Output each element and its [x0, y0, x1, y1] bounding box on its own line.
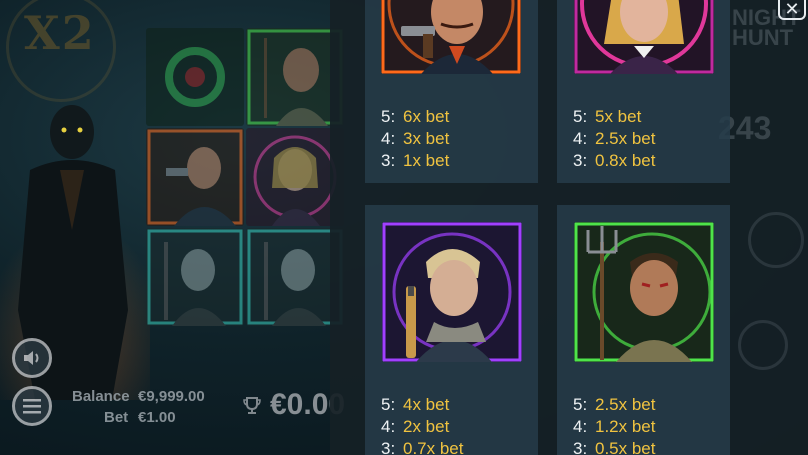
reel-cell [146, 28, 244, 126]
bet-label: Bet [104, 409, 129, 426]
balance-value: €9,999.00 [138, 388, 205, 405]
symbol-pitchfork-farmer [574, 222, 714, 362]
symbol-gunslinger [381, 0, 521, 74]
payout-row: 3: 1x bet [381, 151, 450, 170]
bet-value: €1.00 [138, 409, 176, 426]
spin-ghost [748, 212, 804, 268]
payout-row: 5: 5x bet [573, 107, 642, 126]
game-screen: X2 Balance €9,999.00 Bet €1.00 €0.00 NIG… [0, 0, 808, 455]
payout-row: 4: 3x bet [381, 129, 450, 148]
symbol-young-hunter [382, 222, 522, 362]
reel-cell [146, 128, 244, 226]
sound-button[interactable] [12, 338, 52, 378]
payout-row: 5: 6x bet [381, 107, 450, 126]
payout-row: 4: 2.5x bet [573, 129, 656, 148]
close-paytable-button[interactable]: ✕ [778, 0, 806, 20]
payout-row: 3: 0.8x bet [573, 151, 656, 170]
balance-label: Balance [72, 388, 130, 405]
payouts-lady: 5: 5x bet 4: 2.5x bet 3: 0.8x bet [573, 106, 746, 172]
symbol-lady [574, 0, 714, 74]
multiplier-label: X2 [24, 6, 96, 60]
payouts-gunslinger: 5: 6x bet 4: 3x bet 3: 1x bet [381, 106, 554, 172]
payout-row: 3: 0.7x bet [381, 439, 464, 455]
payout-row: 3: 0.5x bet [573, 439, 656, 455]
payout-row: 5: 2.5x bet [573, 395, 656, 414]
payout-row: 4: 1.2x bet [573, 417, 656, 436]
autoplay-ghost [738, 320, 788, 370]
speaker-icon [24, 351, 39, 365]
menu-button[interactable] [12, 386, 52, 426]
payout-row: 4: 2x bet [381, 417, 450, 436]
close-icon: ✕ [784, 0, 800, 19]
payout-row: 5: 4x bet [381, 395, 450, 414]
payouts-young-hunter: 5: 4x bet 4: 2x bet 3: 0.7x bet [381, 394, 554, 455]
payouts-pitchfork-farmer: 5: 2.5x bet 4: 1.2x bet 3: 0.5x bet [573, 394, 746, 455]
hamburger-icon [23, 399, 41, 414]
trophy-icon [243, 397, 261, 414]
reel-grid [146, 28, 344, 326]
reel-cell [146, 228, 244, 326]
